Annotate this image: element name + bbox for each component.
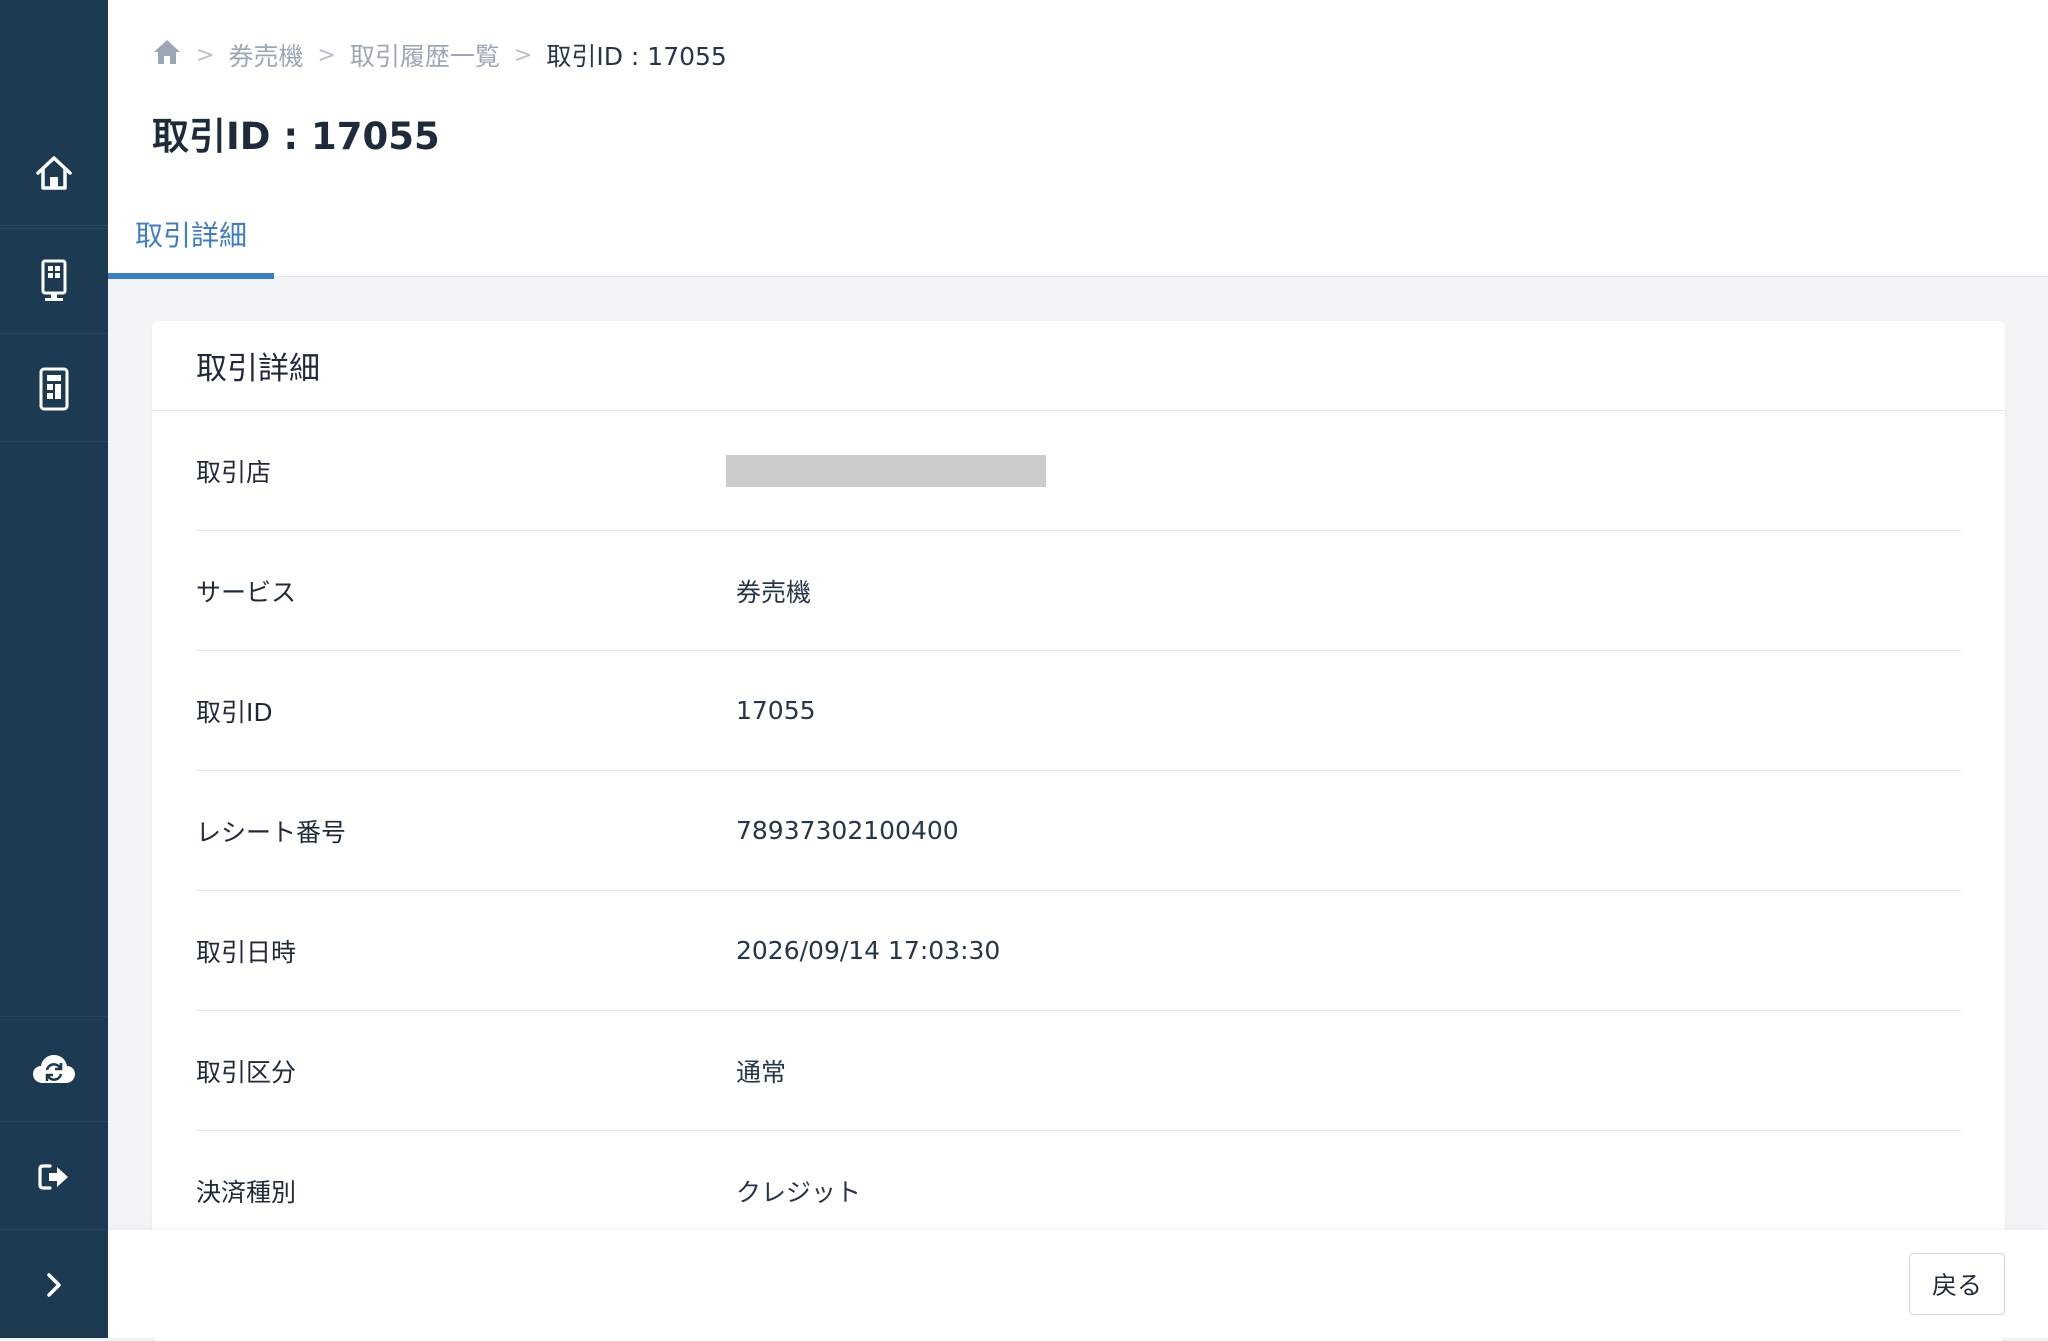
detail-label: 取引店: [196, 457, 272, 487]
home-icon: [34, 154, 74, 192]
breadcrumb-separator: >: [196, 42, 215, 68]
chevron-right-icon: [45, 1272, 63, 1298]
cloud-sync-icon: [32, 1053, 76, 1085]
sidebar: [0, 0, 108, 1338]
detail-value: 2026/09/14 17:03:30: [736, 936, 1001, 965]
footer-bar: 戻る: [108, 1230, 2048, 1338]
sidebar-kiosk-button[interactable]: [0, 228, 108, 334]
detail-label: 取引区分: [196, 1057, 297, 1087]
device-icon: [39, 367, 69, 411]
transaction-detail-card: 取引詳細 取引店 サービス 券売機 取引ID 17055 レシート番号 7893…: [152, 321, 2005, 1341]
main-content: > 券売機 > 取引履歴一覧 > 取引ID : 17055 取引ID : 170…: [108, 0, 2048, 1341]
sidebar-expand-button[interactable]: [0, 1232, 108, 1338]
detail-label: 取引日時: [196, 937, 297, 967]
breadcrumb-current: 取引ID : 17055: [546, 42, 727, 71]
breadcrumb: > 券売機 > 取引履歴一覧 > 取引ID : 17055: [152, 38, 727, 72]
detail-label: レシート番号: [196, 817, 347, 847]
breadcrumb-item-kiosk[interactable]: 券売機: [228, 37, 303, 73]
sidebar-device-button[interactable]: [0, 336, 108, 442]
sidebar-logout-button[interactable]: [0, 1124, 108, 1230]
detail-row-receipt-number: レシート番号 78937302100400: [196, 771, 1961, 891]
breadcrumb-item-history[interactable]: 取引履歴一覧: [350, 37, 500, 73]
detail-row-service: サービス 券売機: [196, 531, 1961, 651]
back-button[interactable]: 戻る: [1909, 1253, 2005, 1315]
breadcrumb-separator: >: [513, 42, 533, 68]
detail-row-store: 取引店: [196, 411, 1961, 531]
sidebar-home-button[interactable]: [0, 120, 108, 226]
detail-value: 券売機: [736, 577, 812, 607]
detail-list: 取引店 サービス 券売機 取引ID 17055 レシート番号 789373021…: [152, 411, 2005, 1251]
detail-label: 決済種別: [196, 1177, 297, 1207]
detail-value: 通常: [736, 1057, 787, 1087]
redacted-block: [726, 454, 1046, 487]
detail-row-transaction-type: 取引区分 通常: [196, 1011, 1961, 1131]
detail-value: 17055: [736, 696, 816, 725]
detail-value: クレジット: [736, 1177, 862, 1207]
sidebar-sync-button[interactable]: [0, 1016, 108, 1122]
tab-active-indicator: [108, 273, 274, 279]
detail-label: 取引ID: [196, 697, 273, 727]
home-icon[interactable]: [152, 38, 182, 72]
page-header: > 券売機 > 取引履歴一覧 > 取引ID : 17055 取引ID : 170…: [108, 0, 2048, 279]
kiosk-icon: [40, 259, 68, 303]
page-title: 取引ID : 17055: [152, 115, 440, 158]
detail-row-transaction-id: 取引ID 17055: [196, 651, 1961, 771]
tab-transaction-detail[interactable]: 取引詳細: [108, 210, 274, 279]
tab-label: 取引詳細: [134, 219, 247, 252]
card-title: 取引詳細: [152, 321, 2005, 411]
breadcrumb-separator: >: [317, 42, 336, 68]
detail-value-redacted: [726, 454, 1046, 487]
detail-row-datetime: 取引日時 2026/09/14 17:03:30: [196, 891, 1961, 1011]
logout-icon: [38, 1163, 70, 1191]
detail-value: 78937302100400: [736, 816, 959, 845]
detail-label: サービス: [196, 577, 297, 607]
